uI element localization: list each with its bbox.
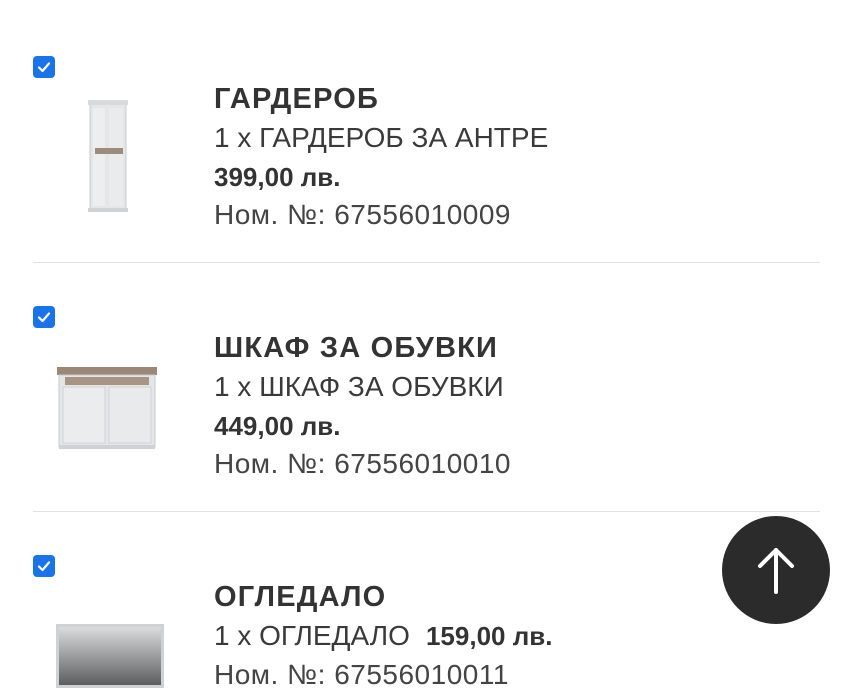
item-checkbox[interactable] — [33, 555, 55, 577]
item-price: 159,00 лв. — [425, 621, 553, 651]
item-quantity: 1 x ОГЛЕДАЛО 159,00 лв. — [214, 616, 552, 656]
item-title: ШКАФ ЗА ОБУВКИ — [214, 332, 499, 364]
item-sku: Ном. №: 67556010009 — [214, 199, 511, 230]
list-item: ОГЛЕДАЛО 1 x ОГЛЕДАЛО 159,00 лв. Ном. №: … — [0, 512, 852, 700]
cart-items-page: ГАРДЕРОБ 1 x ГАРДЕРОБ ЗА АНТРЕ 399,00 лв… — [0, 0, 852, 700]
item-price: 399,00 лв. — [214, 162, 341, 192]
item-title: ГАРДЕРОБ — [214, 83, 380, 115]
wardrobe-image — [88, 100, 128, 212]
checkmark-icon — [37, 312, 51, 323]
item-info: ГАРДЕРОБ 1 x ГАРДЕРОБ ЗА АНТРЕ 399,00 лв… — [214, 80, 548, 234]
item-info: ОГЛЕДАЛО 1 x ОГЛЕДАЛО 159,00 лв. Ном. №: … — [214, 578, 552, 694]
checkmark-icon — [37, 62, 51, 73]
item-sku: Ном. №: 67556010011 — [214, 659, 509, 690]
list-item: ГАРДЕРОБ 1 x ГАРДЕРОБ ЗА АНТРЕ 399,00 лв… — [0, 0, 852, 262]
scroll-to-top-button[interactable] — [722, 516, 830, 624]
item-price: 449,00 лв. — [214, 411, 341, 441]
item-checkbox[interactable] — [33, 56, 55, 78]
item-sku: Ном. №: 67556010010 — [214, 448, 511, 479]
item-checkbox[interactable] — [33, 306, 55, 328]
item-info: ШКАФ ЗА ОБУВКИ 1 x ШКАФ ЗА ОБУВКИ 449,00… — [214, 329, 511, 483]
item-quantity: 1 x ГАРДЕРОБ ЗА АНТРЕ — [214, 122, 549, 153]
item-quantity-text: 1 x ОГЛЕДАЛО — [214, 620, 410, 651]
list-item: ШКАФ ЗА ОБУВКИ 1 x ШКАФ ЗА ОБУВКИ 449,00… — [0, 263, 852, 511]
shoe-cabinet-image — [57, 367, 157, 449]
mirror-image — [56, 624, 164, 688]
item-quantity: 1 x ШКАФ ЗА ОБУВКИ — [214, 371, 504, 402]
arrow-up-icon — [758, 548, 794, 594]
checkmark-icon — [37, 561, 51, 572]
item-title: ОГЛЕДАЛО — [214, 581, 387, 613]
